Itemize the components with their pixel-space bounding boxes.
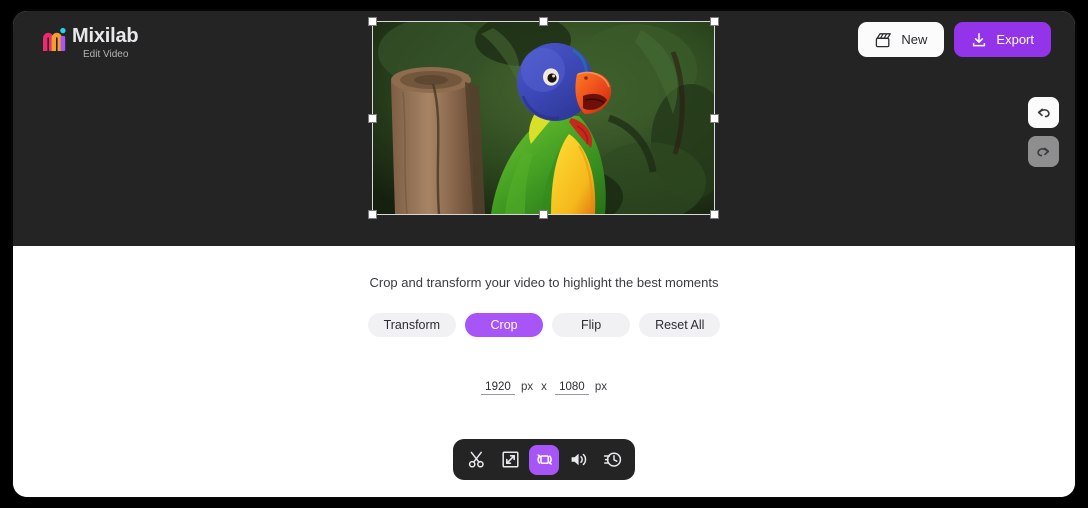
new-button-label: New [901, 32, 928, 47]
brand-name: Mixilab [72, 25, 139, 47]
clock-speed-icon [603, 452, 621, 467]
tab-flip[interactable]: Flip [552, 313, 631, 337]
new-button[interactable]: New [858, 22, 945, 57]
size-separator: x [541, 381, 547, 393]
video-frame-image [373, 22, 714, 214]
tab-crop[interactable]: Crop [465, 313, 544, 337]
brand-subtitle: Edit Video [83, 49, 129, 60]
download-icon [973, 32, 986, 46]
resize-handle-top-center[interactable] [540, 18, 547, 25]
rotate-transform-icon [536, 454, 552, 465]
tool-dock [453, 439, 635, 480]
height-unit-label: px [594, 381, 608, 393]
video-stage: Mixilab Edit Video New Export [13, 11, 1075, 246]
speaker-volume-icon [571, 453, 586, 466]
resize-tool-button[interactable] [495, 445, 525, 475]
redo-arrow-icon [1037, 147, 1050, 157]
video-selection-frame[interactable] [369, 18, 718, 218]
export-button[interactable]: Export [954, 22, 1051, 57]
size-controls: px x px [13, 381, 1075, 395]
height-input[interactable] [554, 381, 589, 395]
brand-text: Mixilab Edit Video [72, 24, 139, 61]
video-preview[interactable] [372, 21, 715, 215]
tab-reset-all[interactable]: Reset All [639, 313, 721, 337]
resize-handle-top-right[interactable] [711, 18, 718, 25]
cut-tool-button[interactable] [461, 445, 491, 475]
volume-tool-button[interactable] [563, 445, 593, 475]
redo-button[interactable] [1028, 136, 1059, 167]
resize-handle-bottom-right[interactable] [711, 211, 718, 218]
resize-handle-bottom-left[interactable] [369, 211, 376, 218]
speed-tool-button[interactable] [597, 445, 627, 475]
edit-panel: Crop and transform your video to highlig… [13, 246, 1075, 497]
transform-tool-button[interactable] [529, 444, 559, 475]
tab-transform[interactable]: Transform [367, 313, 457, 337]
app-window: Mixilab Edit Video New Export Crop and t… [13, 11, 1075, 497]
resize-diagonal-icon [501, 451, 519, 468]
history-controls [1028, 97, 1059, 167]
scissors-icon [468, 451, 484, 468]
resize-handle-top-left[interactable] [369, 18, 376, 25]
undo-button[interactable] [1028, 97, 1059, 128]
resize-handle-middle-left[interactable] [369, 114, 376, 122]
top-action-bar: New Export [858, 22, 1051, 57]
resize-handle-middle-right[interactable] [711, 114, 718, 122]
brand-logo: Mixilab Edit Video [41, 24, 139, 61]
export-button-label: Export [996, 32, 1034, 47]
mixilab-m-logo-icon [43, 27, 66, 51]
width-input[interactable] [480, 381, 515, 395]
width-unit-label: px [520, 381, 534, 393]
clapperboard-icon [876, 32, 892, 47]
undo-arrow-icon [1037, 108, 1050, 118]
resize-handle-bottom-center[interactable] [540, 211, 547, 218]
panel-hint-text: Crop and transform your video to highlig… [369, 275, 719, 290]
mode-tab-group: Transform Crop Flip Reset All [13, 313, 1075, 337]
